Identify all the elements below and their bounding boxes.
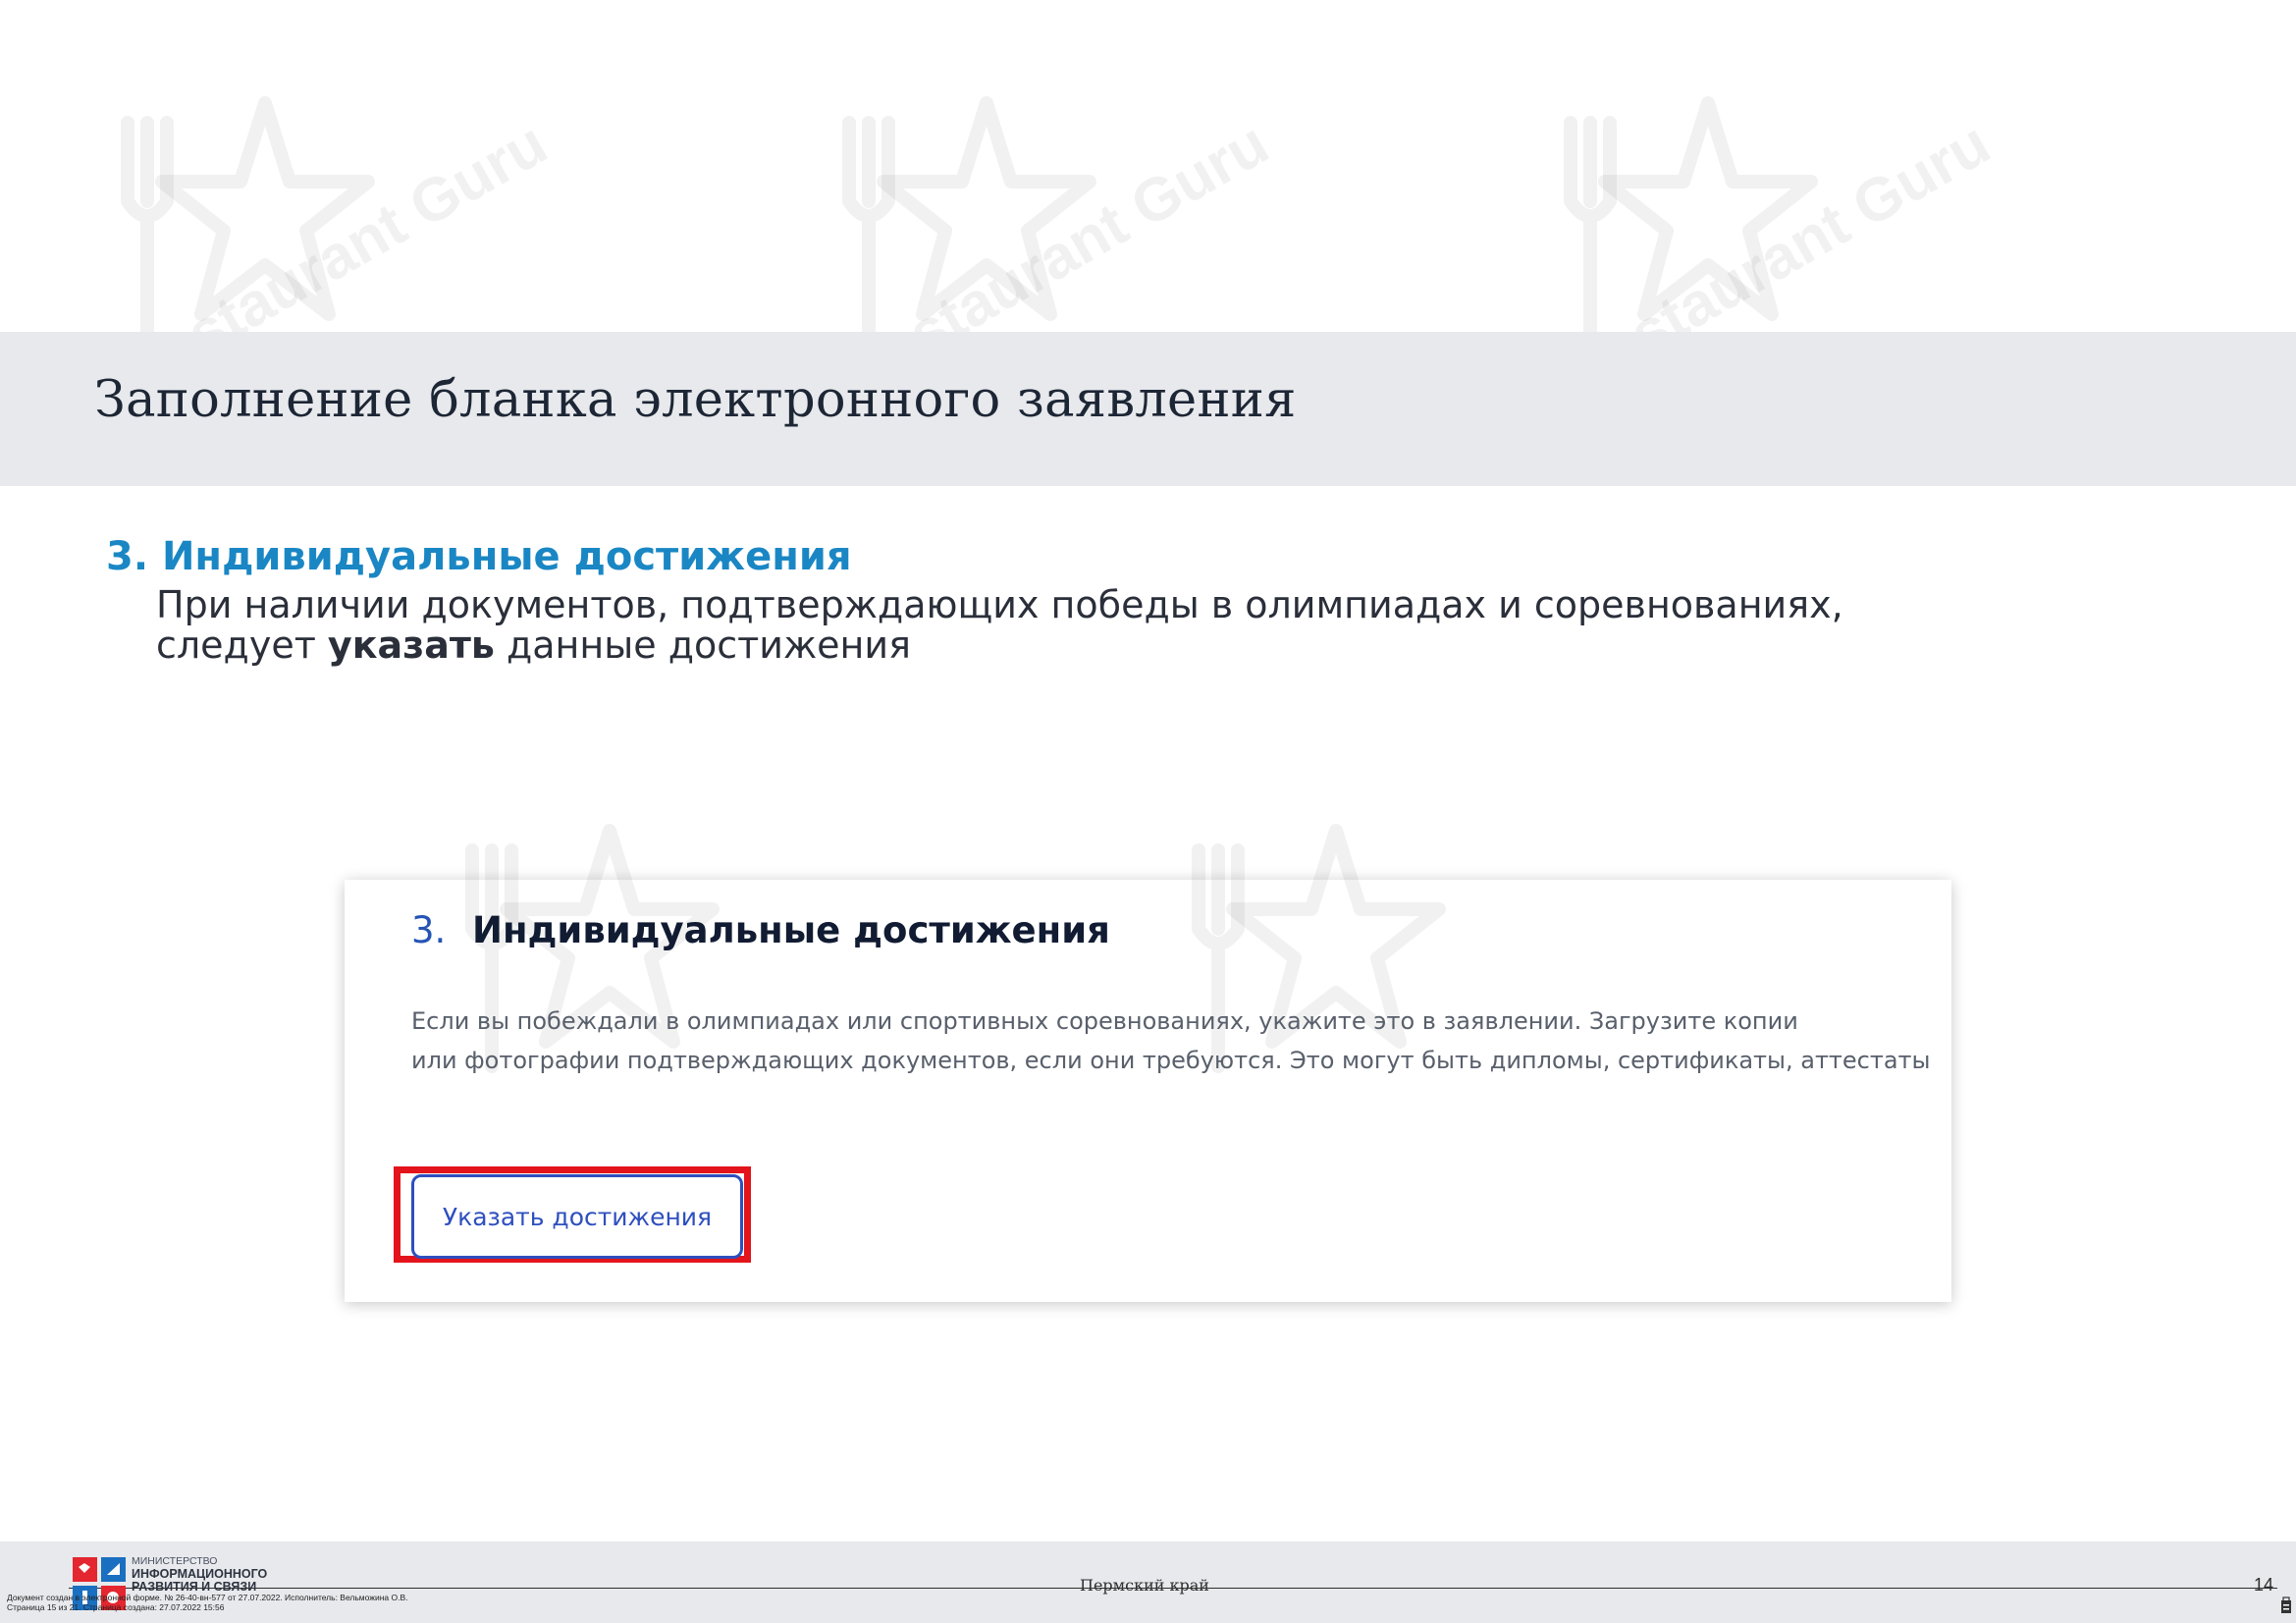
- card-instructions-line1: Если вы побеждали в олимпиадах или спорт…: [411, 1007, 1798, 1035]
- page-number: 14: [2254, 1575, 2274, 1595]
- document-stamp-line2: Страница 15 из 21. Страница создана: 27.…: [7, 1602, 225, 1612]
- section-description: При наличии документов, подтверждающих п…: [156, 585, 2198, 666]
- card-instructions: Если вы побеждали в олимпиадах или спорт…: [411, 1001, 1931, 1080]
- ministry-name: МИНИСТЕРСТВО ИНФОРМАЦИОННОГО РАЗВИТИЯ И …: [132, 1555, 328, 1594]
- watermark: [433, 821, 845, 1174]
- document-stamp-line1: Документ создан в электронной форме. № 2…: [7, 1593, 408, 1602]
- region-label: Пермский край: [1080, 1576, 1209, 1595]
- card-step-number: 3.: [411, 909, 447, 951]
- section-description-line2-end: данные достижения: [494, 623, 911, 667]
- section-description-line1: При наличии документов, подтверждающих п…: [156, 583, 1843, 626]
- form-screenshot-card: 3. Индивидуальные достижения Если вы поб…: [345, 824, 1951, 1302]
- document-icon: [2281, 1596, 2291, 1613]
- page-title: Заполнение бланка электронного заявления: [94, 371, 1297, 429]
- add-achievements-button[interactable]: Указать достижения: [411, 1174, 743, 1259]
- card-title: Индивидуальные достижения: [472, 909, 1110, 951]
- section-heading: 3. Индивидуальные достижения: [106, 534, 852, 579]
- section-description-emphasis: указать: [327, 623, 495, 667]
- document-stamp: Документ создан в электронной форме. № 2…: [7, 1593, 694, 1612]
- section-description-line2-start: следует: [156, 623, 328, 667]
- watermark: [1159, 821, 1572, 1174]
- card-instructions-line2: или фотографии подтверждающих документов…: [411, 1047, 1931, 1074]
